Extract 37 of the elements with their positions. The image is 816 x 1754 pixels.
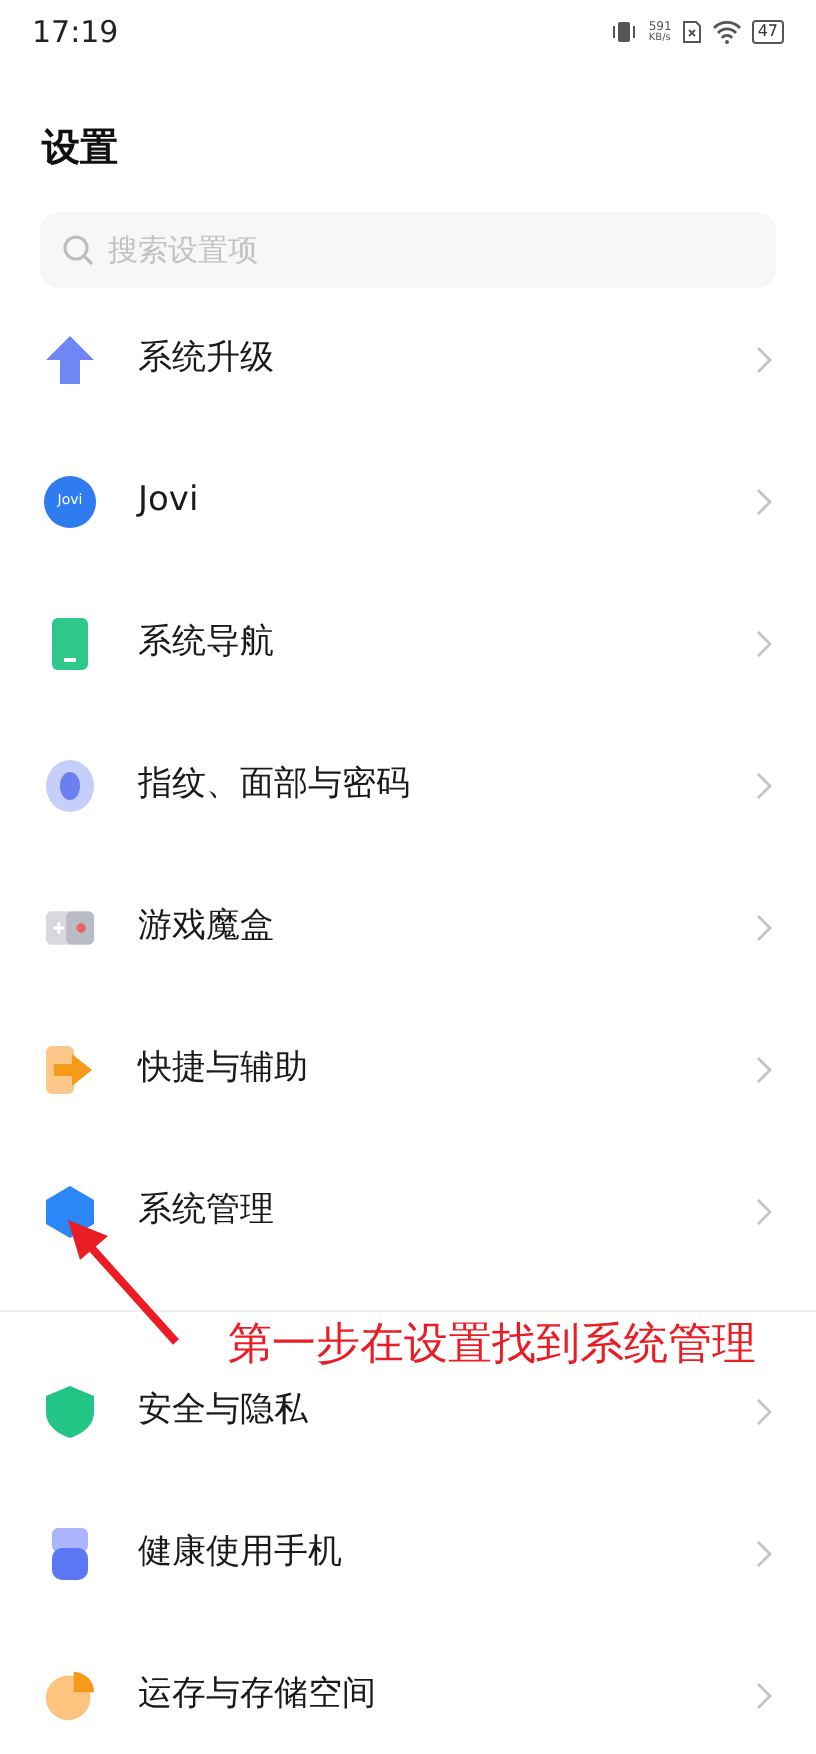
fingerprint-icon	[44, 757, 96, 813]
search-icon	[62, 234, 94, 266]
settings-item[interactable]: 健康使用手机	[138, 1527, 342, 1579]
sim-icon	[681, 20, 702, 44]
chevron-right-icon	[756, 1197, 772, 1225]
chevron-right-icon	[756, 771, 772, 799]
chevron-right-icon	[756, 1539, 772, 1567]
chevron-right-icon	[756, 487, 772, 515]
arrow-right-icon	[44, 1043, 96, 1095]
chevron-right-icon	[756, 913, 772, 941]
shield-icon	[44, 1383, 96, 1439]
settings-item[interactable]: 游戏魔盒	[138, 901, 274, 953]
wifi-icon	[711, 20, 742, 44]
settings-item[interactable]: 指纹、面部与密码	[138, 759, 410, 811]
chevron-right-icon	[756, 1397, 772, 1425]
clock: 17:19	[32, 11, 119, 54]
gamepad-icon	[44, 905, 96, 949]
annotation-text: 第一步在设置找到系统管理	[228, 1320, 756, 1372]
chevron-right-icon	[756, 629, 772, 657]
settings-item[interactable]: 系统管理	[138, 1185, 274, 1237]
hourglass-icon	[48, 1525, 92, 1581]
settings-item[interactable]: 系统升级	[138, 333, 274, 385]
settings-item[interactable]: Jovi	[138, 475, 199, 527]
hexagon-icon	[44, 1183, 96, 1239]
settings-item[interactable]: 安全与隐私	[138, 1385, 308, 1437]
vibrate-icon	[610, 20, 639, 44]
pie-chart-icon	[44, 1667, 96, 1723]
battery-indicator: 47	[751, 20, 784, 44]
chevron-right-icon	[756, 1055, 772, 1083]
settings-item[interactable]: 快捷与辅助	[138, 1043, 308, 1095]
arrow-up-icon	[44, 333, 96, 385]
settings-item[interactable]: 运存与存储空间	[138, 1669, 376, 1721]
page-title: 设置	[42, 123, 118, 173]
chevron-right-icon	[756, 1681, 772, 1709]
phone-icon	[50, 615, 90, 671]
settings-item[interactable]: 系统导航	[138, 617, 274, 669]
chevron-right-icon	[756, 345, 772, 373]
